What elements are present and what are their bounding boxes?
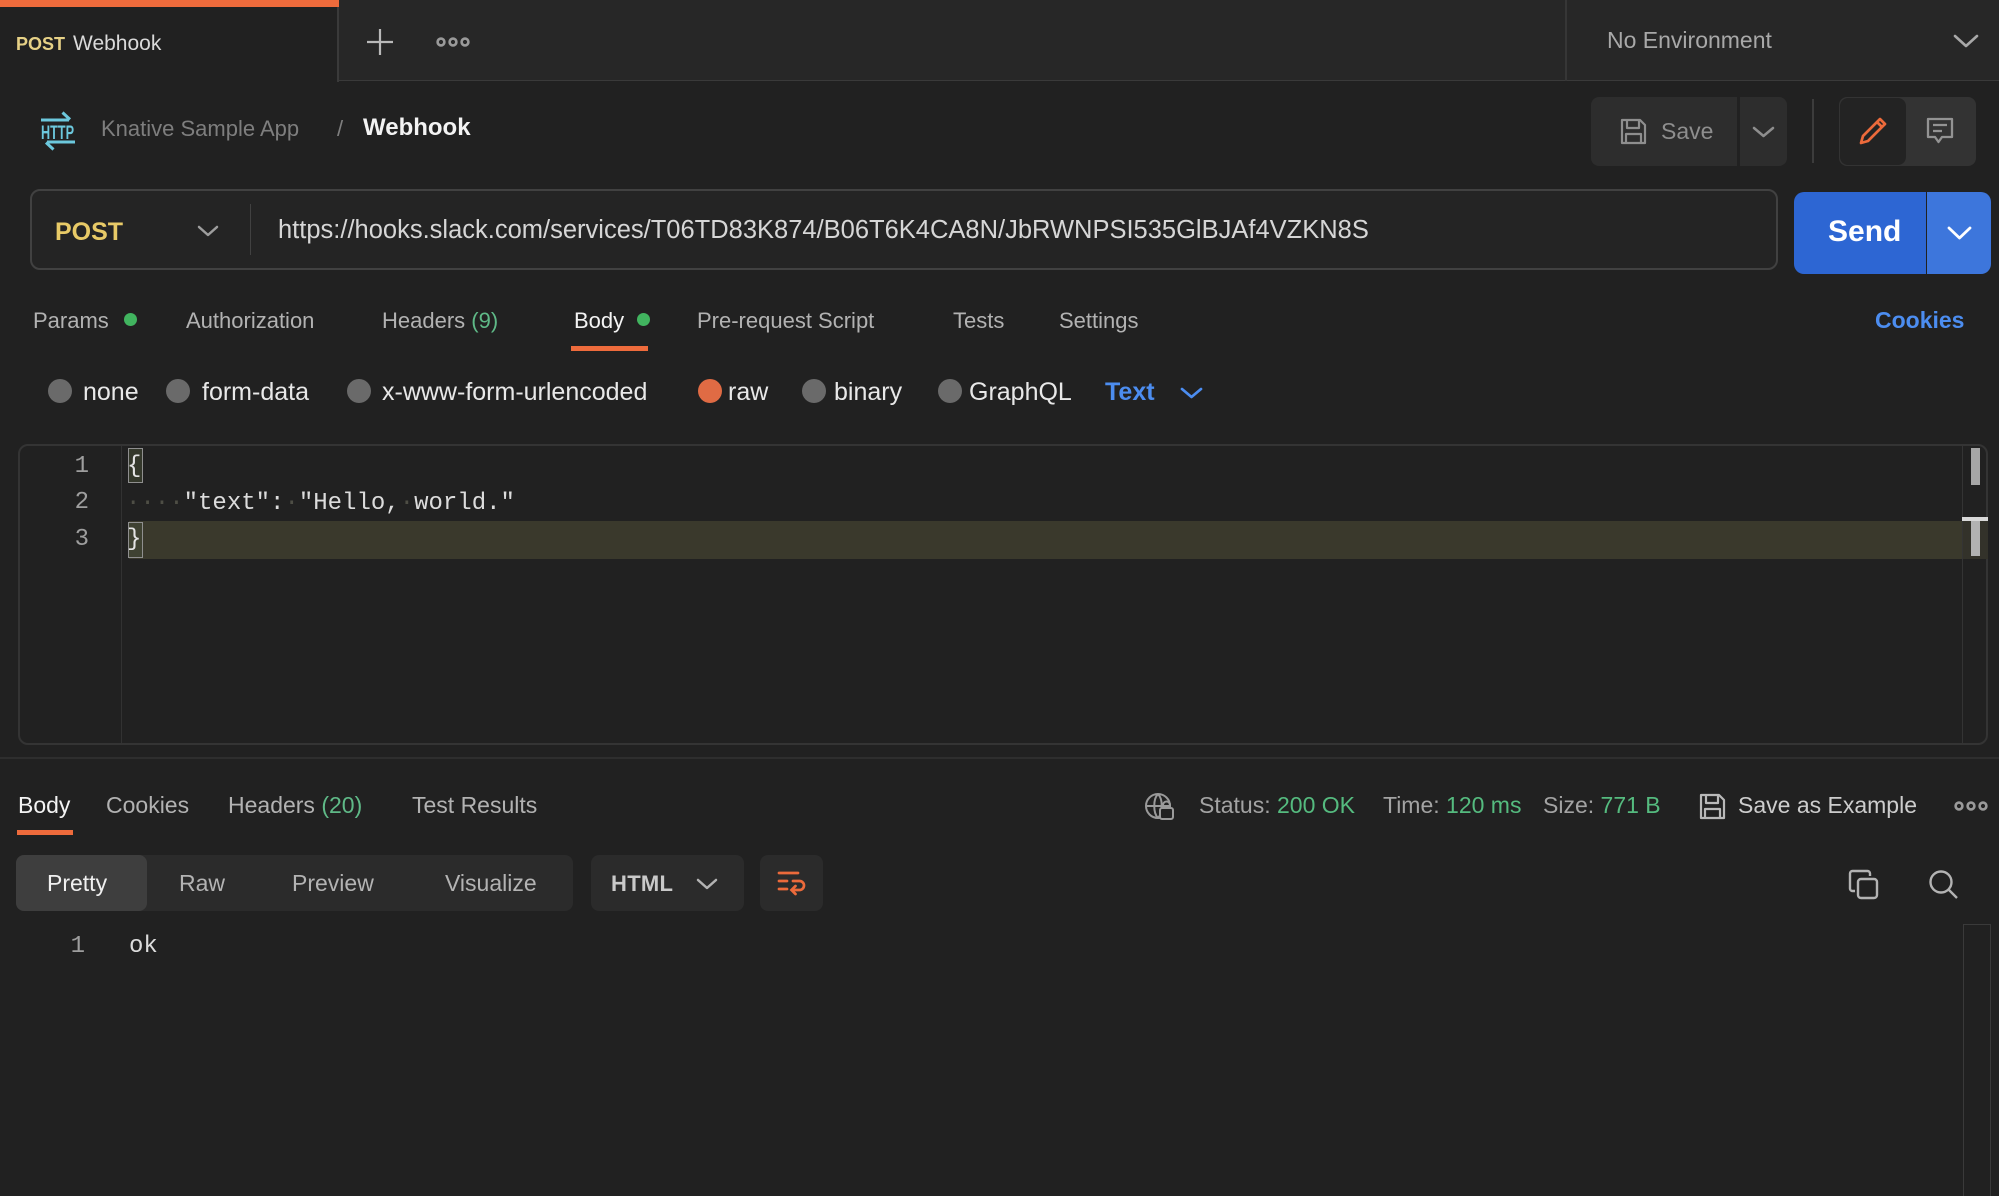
svg-text:HTTP: HTTP xyxy=(41,123,74,144)
